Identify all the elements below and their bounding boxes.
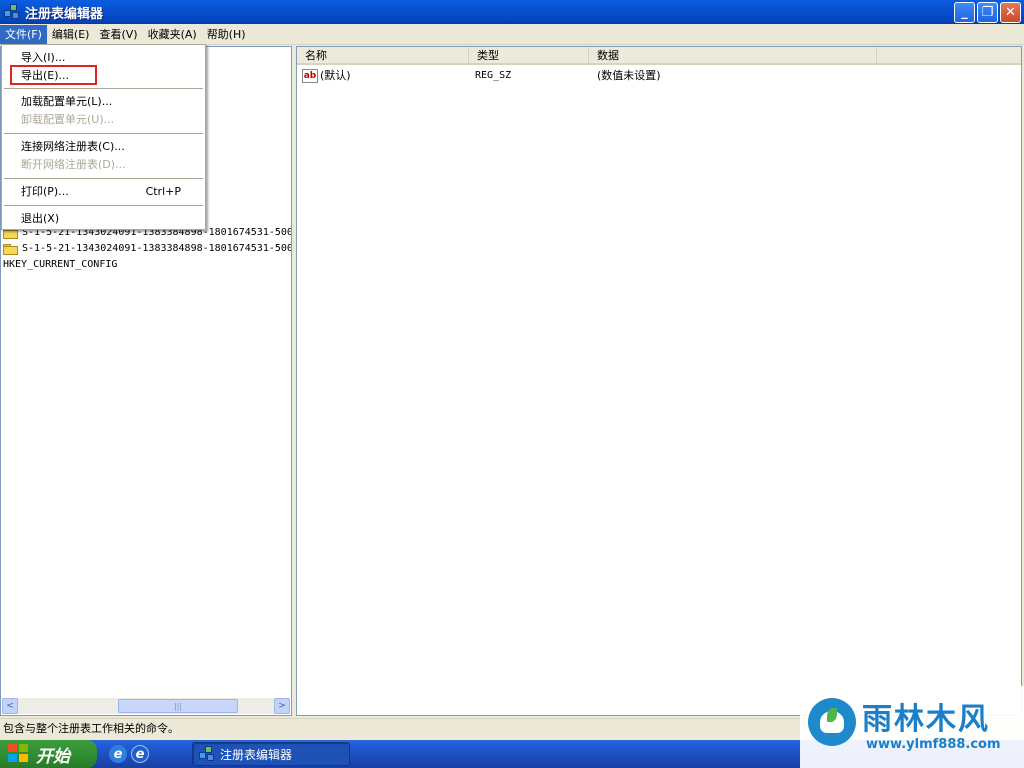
ie-shortcut-icon[interactable]: e [131,745,149,763]
scroll-left-button[interactable]: < [2,698,18,714]
menu-disconnect-network-registry[interactable]: 断开网络注册表(D)... [4,156,203,174]
export-highlight-box [10,65,97,85]
scroll-right-button[interactable]: > [274,698,290,714]
menu-separator [4,178,203,179]
registry-editor-window: 注册表编辑器 _ ❐ ✕ 文件(F) 编辑(E) 查看(V) 收藏夹(A) 帮助… [0,0,1024,740]
menu-print[interactable]: 打印(P)... Ctrl+P [4,183,203,201]
close-button[interactable]: ✕ [1000,2,1021,23]
watermark-url: www.ylmf888.com [866,737,1001,752]
tree-row-label: HKEY_CURRENT_CONFIG [3,259,118,270]
column-header-type[interactable]: 类型 [469,47,589,65]
registry-icon [199,746,215,762]
tree-row[interactable]: S-1-5-21-1343024091-1383384898-180167453… [3,241,292,257]
windows-logo-icon [8,744,30,764]
scroll-thumb[interactable]: ||| [118,699,238,713]
start-button[interactable]: 开始 [0,740,97,768]
value-name: (默认) [320,69,351,82]
menu-load-hive[interactable]: 加载配置单元(L)... [4,93,203,111]
quick-launch: e e [109,745,149,763]
window-controls: _ ❐ ✕ [954,2,1021,23]
column-header-data[interactable]: 数据 [589,47,877,65]
minimize-button[interactable]: _ [954,2,975,23]
column-header-name[interactable]: 名称 [297,47,469,65]
value-row[interactable]: ab (默认) [302,67,351,84]
menu-favorites[interactable]: 收藏夹(A) [143,25,202,44]
menu-edit[interactable]: 编辑(E) [47,25,95,44]
tree-horizontal-scrollbar[interactable]: < ||| > [2,698,290,714]
tree-row[interactable]: HKEY_CURRENT_CONFIG [3,257,117,273]
menu-separator [4,133,203,134]
taskbar-button-label: 注册表编辑器 [220,747,293,762]
value-data: (数值未设置) [597,69,661,82]
internet-explorer-icon[interactable]: e [109,745,127,763]
tree-row-label: S-1-5-21-1343024091-1383384898-180167453… [22,243,292,254]
menu-bar: 文件(F) 编辑(E) 查看(V) 收藏夹(A) 帮助(H) [0,24,1024,45]
menu-connect-network-registry[interactable]: 连接网络注册表(C)... [4,138,203,156]
menu-print-shortcut: Ctrl+P [145,185,181,198]
menu-separator [4,205,203,206]
menu-print-label: 打印(P)... [21,185,69,198]
string-value-icon: ab [302,69,318,83]
start-label: 开始 [36,746,70,767]
menu-help[interactable]: 帮助(H) [202,25,251,44]
taskbar-registry-editor-button[interactable]: 注册表编辑器 [192,742,350,766]
folder-icon [3,243,19,255]
value-type: REG_SZ [475,70,512,81]
menu-exit[interactable]: 退出(X) [4,210,203,228]
watermark: 雨林木风 www.ylmf888.com [800,686,1024,768]
registry-icon [4,4,20,20]
menu-separator [4,88,203,89]
menu-view[interactable]: 查看(V) [94,25,142,44]
menu-file[interactable]: 文件(F) [0,24,47,44]
values-list-pane[interactable]: 名称 类型 数据 ab (默认) REG_SZ (数值未设置) [296,46,1022,716]
restore-button[interactable]: ❐ [977,2,998,23]
menu-unload-hive[interactable]: 卸载配置单元(U)... [4,111,203,129]
window-title: 注册表编辑器 [25,6,104,22]
watermark-brand: 雨林木风 [862,702,990,737]
brand-logo-icon [808,698,856,746]
title-bar[interactable]: 注册表编辑器 _ ❐ ✕ [0,0,1024,24]
column-header-empty [877,47,1021,65]
